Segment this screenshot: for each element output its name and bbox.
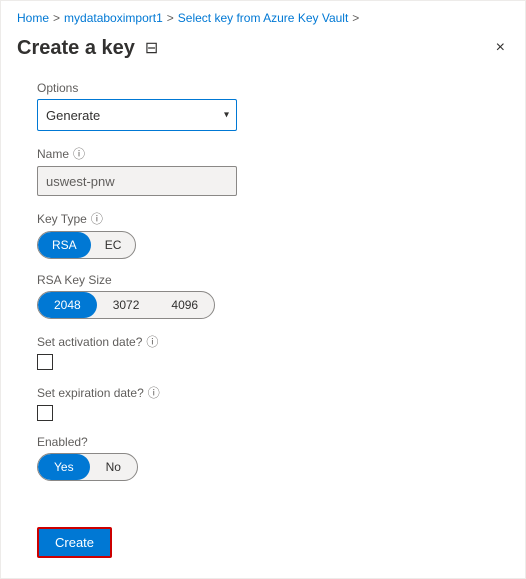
breadcrumb-sep-3: >	[352, 11, 359, 25]
breadcrumb-select-key[interactable]: Select key from Azure Key Vault	[178, 11, 349, 25]
breadcrumb-sep-1: >	[53, 11, 60, 25]
key-type-group: Key Type ⓘ RSA EC	[37, 210, 489, 259]
create-key-panel: Home > mydataboximport1 > Select key fro…	[0, 0, 526, 579]
name-label: Name ⓘ	[37, 145, 489, 162]
panel-header: Create a key ⊟ ×	[1, 31, 525, 73]
activation-date-checkbox[interactable]	[37, 354, 53, 370]
enabled-label: Enabled?	[37, 435, 489, 449]
key-type-toggle: RSA EC	[37, 231, 136, 259]
options-label: Options	[37, 81, 489, 95]
panel-footer: Create	[1, 511, 525, 578]
name-info-icon[interactable]: ⓘ	[73, 145, 85, 162]
options-select[interactable]: Generate Import Restore Backup	[37, 99, 237, 131]
rsa-key-size-toggle: 2048 3072 4096	[37, 291, 215, 319]
expiration-date-info-icon[interactable]: ⓘ	[148, 384, 160, 401]
breadcrumb-mydatabox[interactable]: mydataboximport1	[64, 11, 163, 25]
key-type-ec-button[interactable]: EC	[91, 232, 136, 258]
expiration-date-label: Set expiration date? ⓘ	[37, 384, 489, 401]
enabled-yes-button[interactable]: Yes	[38, 454, 90, 480]
activation-date-label: Set activation date? ⓘ	[37, 333, 489, 350]
name-input[interactable]	[37, 166, 237, 196]
key-type-label: Key Type ⓘ	[37, 210, 489, 227]
expiration-date-group: Set expiration date? ⓘ	[37, 384, 489, 421]
name-group: Name ⓘ	[37, 145, 489, 196]
expiration-date-checkbox-container	[37, 405, 489, 421]
create-button[interactable]: Create	[37, 527, 112, 558]
breadcrumb: Home > mydataboximport1 > Select key fro…	[1, 1, 525, 31]
enabled-no-button[interactable]: No	[90, 454, 137, 480]
rsa-size-2048-button[interactable]: 2048	[38, 292, 97, 318]
expiration-date-checkbox[interactable]	[37, 405, 53, 421]
print-icon[interactable]: ⊟	[145, 38, 158, 58]
close-icon[interactable]: ×	[492, 35, 509, 61]
page-title: Create a key	[17, 37, 135, 60]
breadcrumb-home[interactable]: Home	[17, 11, 49, 25]
enabled-group: Enabled? Yes No	[37, 435, 489, 481]
breadcrumb-sep-2: >	[167, 11, 174, 25]
options-select-wrapper: Generate Import Restore Backup ▾	[37, 99, 237, 131]
rsa-size-4096-button[interactable]: 4096	[155, 292, 214, 318]
key-type-info-icon[interactable]: ⓘ	[91, 210, 103, 227]
enabled-toggle: Yes No	[37, 453, 138, 481]
key-type-rsa-button[interactable]: RSA	[38, 232, 91, 258]
activation-date-checkbox-container	[37, 354, 489, 370]
activation-date-info-icon[interactable]: ⓘ	[146, 333, 158, 350]
rsa-key-size-label: RSA Key Size	[37, 273, 489, 287]
rsa-key-size-group: RSA Key Size 2048 3072 4096	[37, 273, 489, 319]
activation-date-group: Set activation date? ⓘ	[37, 333, 489, 370]
panel-body: Options Generate Import Restore Backup ▾…	[1, 73, 525, 511]
rsa-size-3072-button[interactable]: 3072	[97, 292, 156, 318]
options-group: Options Generate Import Restore Backup ▾	[37, 81, 489, 131]
panel-title-area: Create a key ⊟	[17, 37, 158, 60]
